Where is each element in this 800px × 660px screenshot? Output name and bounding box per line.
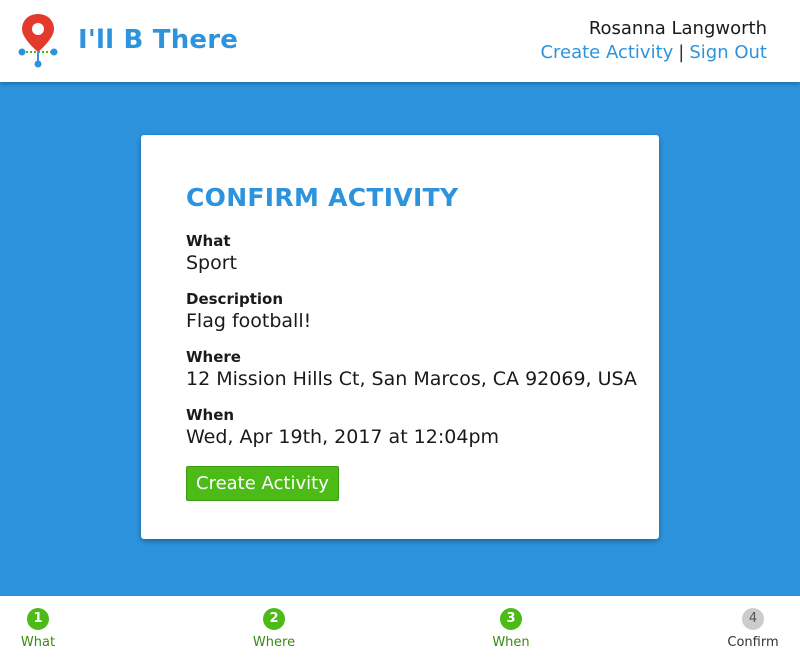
what-label: What xyxy=(186,232,231,250)
when-value: Wed, Apr 19th, 2017 at 12:04pm xyxy=(186,426,500,448)
what-value: Sport xyxy=(186,252,238,274)
top-header: I'll B There Rosanna Langworth Create Ac… xyxy=(0,0,800,82)
page-title: CONFIRM ACTIVITY xyxy=(186,183,459,212)
where-label: Where xyxy=(186,348,241,366)
step-label: Where xyxy=(252,635,296,650)
description-label: Description xyxy=(186,290,284,308)
step-what[interactable]: 1 What xyxy=(0,608,78,650)
where-value: 12 Mission Hills Ct, San Marcos, CA 9206… xyxy=(186,368,637,390)
step-when[interactable]: 3 When xyxy=(471,608,551,650)
step-where[interactable]: 2 Where xyxy=(234,608,314,650)
create-activity-link[interactable]: Create Activity xyxy=(540,42,673,63)
map-pin-icon[interactable] xyxy=(15,12,61,68)
step-number-badge: 4 xyxy=(742,608,764,630)
step-number-badge: 3 xyxy=(500,608,522,630)
step-number-badge: 2 xyxy=(263,608,285,630)
step-confirm[interactable]: 4 Confirm xyxy=(713,608,793,650)
user-name: Rosanna Langworth xyxy=(588,18,767,39)
header-links: Create Activity | Sign Out xyxy=(540,42,767,63)
when-label: When xyxy=(186,406,235,424)
link-separator: | xyxy=(678,42,685,63)
step-label: Confirm xyxy=(727,635,779,650)
step-label: What xyxy=(20,635,56,650)
step-number-badge: 1 xyxy=(27,608,49,630)
create-activity-button[interactable]: Create Activity xyxy=(186,466,339,501)
sign-out-link[interactable]: Sign Out xyxy=(689,42,767,63)
progress-steps-bar: 1 What 2 Where 3 When 4 Confirm xyxy=(0,596,800,660)
step-label: When xyxy=(492,635,530,650)
app-title[interactable]: I'll B There xyxy=(78,25,238,55)
description-value: Flag football! xyxy=(186,310,312,332)
confirm-activity-card: CONFIRM ACTIVITY What Sport Description … xyxy=(141,135,659,539)
